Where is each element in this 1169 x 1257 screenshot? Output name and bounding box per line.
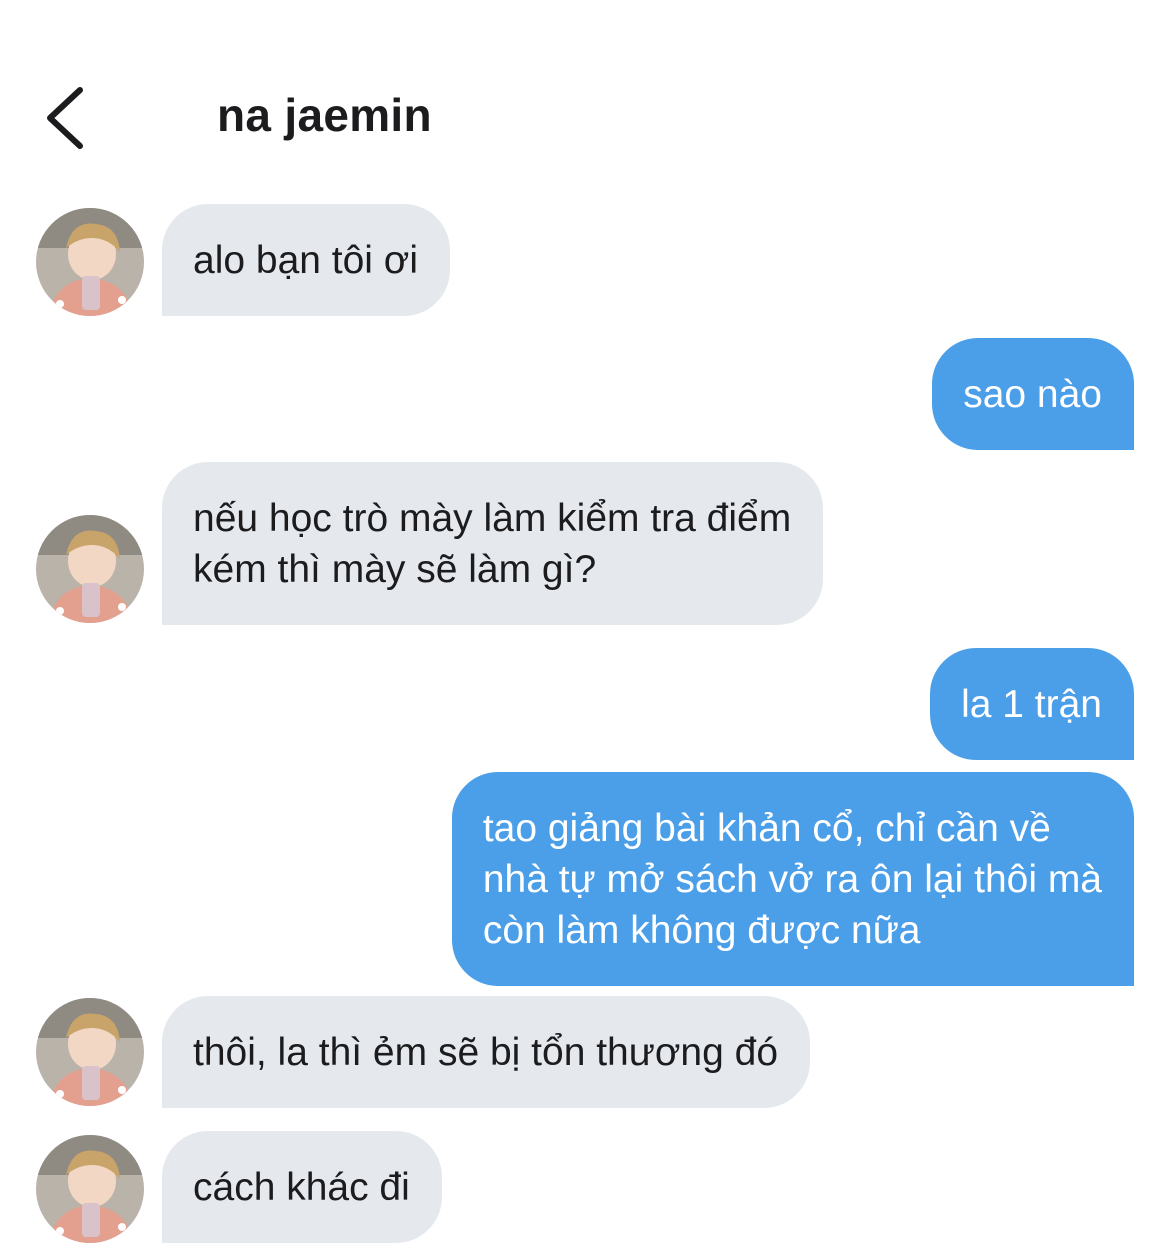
avatar[interactable] [36, 515, 144, 623]
incoming-message[interactable]: nếu học trò mày làm kiểm tra điểm kém th… [162, 462, 824, 625]
incoming-message[interactable]: cách khác đi [162, 1131, 442, 1243]
incoming-message[interactable]: thôi, la thì ẻm sẽ bị tổn thương đó [162, 996, 811, 1108]
avatar[interactable] [36, 1135, 144, 1243]
chevron-left-icon [47, 87, 83, 149]
contact-name[interactable]: na jaemin [217, 88, 432, 142]
outgoing-message[interactable]: tao giảng bài khản cổ, chỉ cần về nhà tự… [451, 772, 1134, 986]
outgoing-message[interactable]: sao nào [932, 338, 1134, 450]
back-button[interactable] [38, 82, 102, 154]
avatar[interactable] [36, 998, 144, 1106]
avatar[interactable] [36, 208, 144, 316]
outgoing-message[interactable]: la 1 trận [930, 648, 1134, 760]
incoming-message[interactable]: alo bạn tôi ơi [162, 204, 451, 316]
chat-header: na jaemin [0, 0, 1169, 180]
